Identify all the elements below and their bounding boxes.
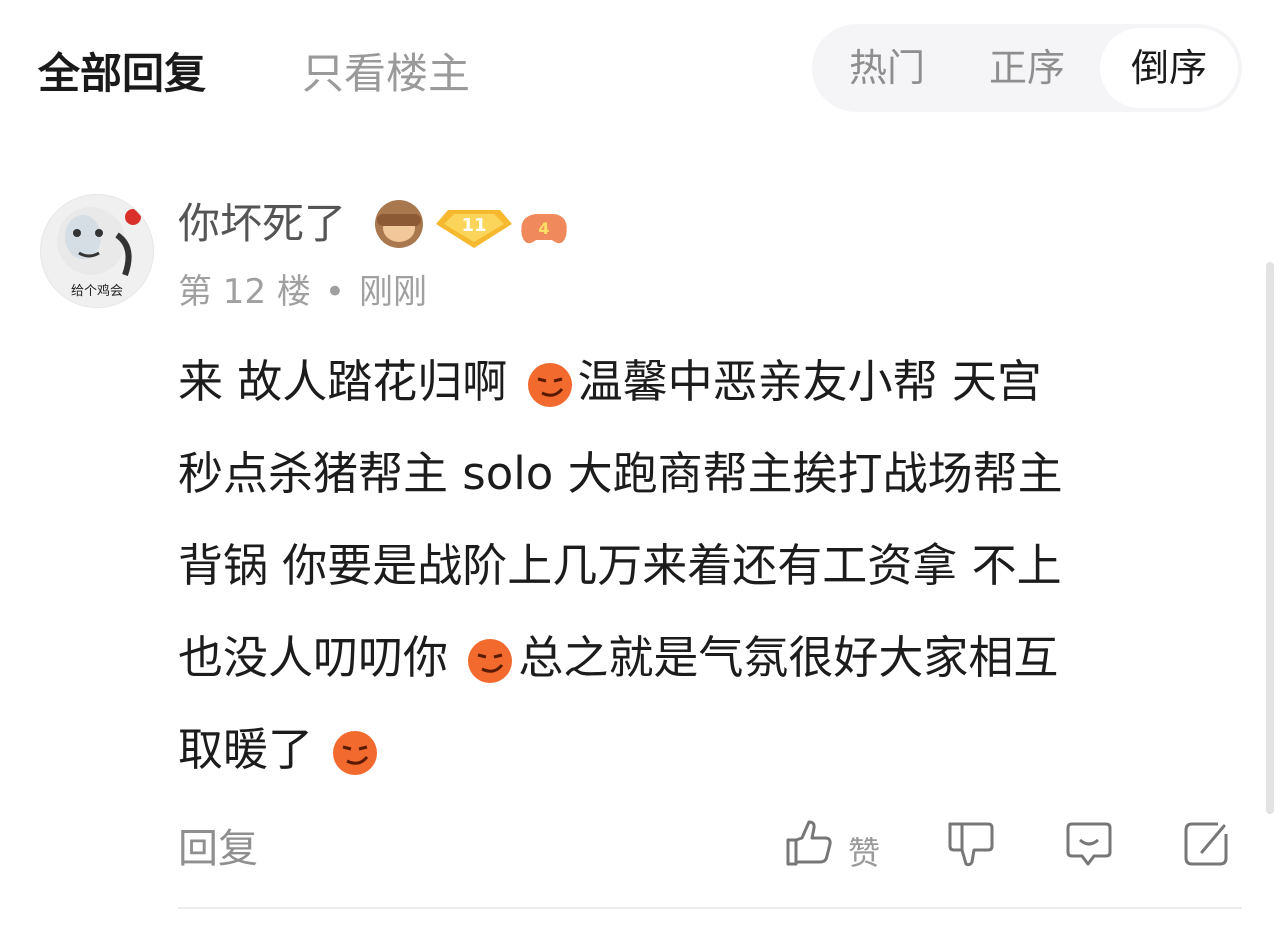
like-button[interactable] xyxy=(782,818,832,872)
content-line-5: 取暖了 xyxy=(178,704,1238,796)
content-line-3: 背锅 你要是战阶上几万来着还有工资拿 不上 xyxy=(178,539,1062,592)
see-no-evil-monkey-icon xyxy=(375,200,423,248)
user-badges: 11 4 xyxy=(372,196,572,256)
sort-hot-button[interactable]: 热门 xyxy=(832,24,942,112)
avatar-caption: 给个鸡会 xyxy=(70,284,123,299)
dislike-button[interactable] xyxy=(944,818,994,872)
like-label[interactable]: 赞 xyxy=(848,828,880,874)
reply-button[interactable]: 回复 xyxy=(178,816,258,874)
tab-owner-only[interactable]: 只看楼主 xyxy=(302,40,470,101)
comment-icon xyxy=(1066,822,1112,866)
divider xyxy=(178,907,1242,909)
edit-icon xyxy=(1184,822,1228,866)
smirk-emoji-icon xyxy=(527,363,572,407)
scrollbar[interactable] xyxy=(1266,262,1274,814)
smirk-emoji-icon xyxy=(333,731,378,775)
content-line-1: 来 故人踏花归啊 温馨中恶亲友小帮 天宫 xyxy=(178,355,1042,408)
like-icon xyxy=(786,820,832,866)
username[interactable]: 你坏死了 xyxy=(178,190,346,251)
content-line-2: 秒点杀猪帮主 solo 大跑商帮主挨打战场帮主 xyxy=(178,447,1063,500)
game-badge-text: 4 xyxy=(538,219,549,238)
level-badge-icon: 11 xyxy=(436,210,512,248)
meta-separator: • xyxy=(324,272,345,312)
game-badge-icon: 4 xyxy=(521,214,567,244)
post-time: 刚刚 xyxy=(358,272,427,312)
dislike-icon xyxy=(948,822,994,867)
content-line-4: 也没人叨叨你 总之就是气氛很好大家相互 xyxy=(178,631,1059,684)
comment-meta: 第 12 楼 • 刚刚 xyxy=(178,264,427,313)
level-badge-text: 11 xyxy=(461,215,486,236)
tab-all-replies[interactable]: 全部回复 xyxy=(38,40,206,101)
sort-asc-button[interactable]: 正序 xyxy=(972,24,1082,112)
sort-toggle: 热门 正序 倒序 xyxy=(812,24,1242,112)
badge-row: 11 4 xyxy=(375,200,567,248)
avatar[interactable]: 给个鸡会 xyxy=(40,194,154,308)
comment-content: 来 故人踏花归啊 温馨中恶亲友小帮 天宫 秒点杀猪帮主 solo 大跑商帮主挨打… xyxy=(178,336,1238,796)
comment-button[interactable] xyxy=(1064,818,1114,872)
floor-number: 第 12 楼 xyxy=(178,272,311,312)
smirk-emoji-icon xyxy=(468,639,513,683)
sort-desc-button[interactable]: 倒序 xyxy=(1100,28,1238,108)
edit-button[interactable] xyxy=(1182,818,1232,872)
